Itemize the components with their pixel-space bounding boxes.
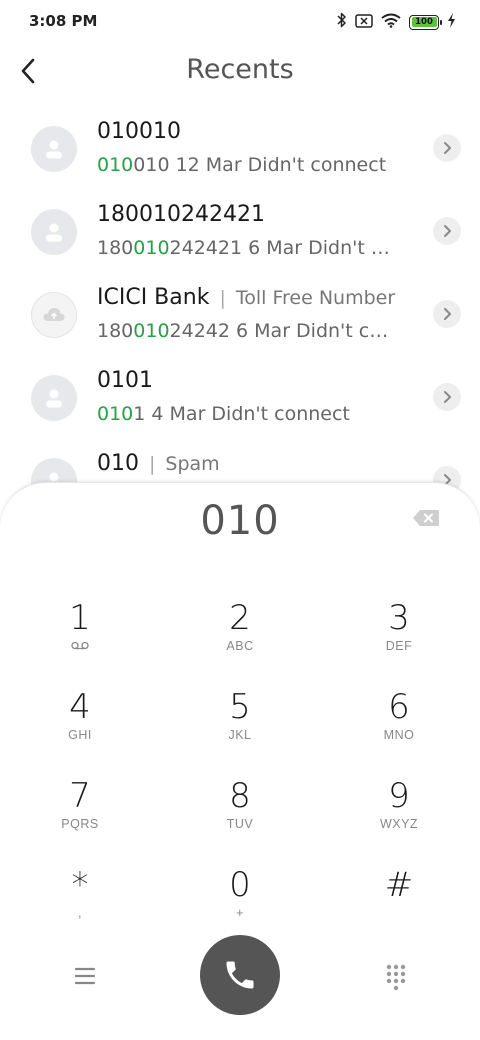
key-6[interactable]: 6 MNO [339,687,459,767]
contact-name: 0101 [97,368,153,393]
matched-digits: 010 [97,154,134,176]
bluetooth-icon [337,12,347,32]
battery-level: 100 [411,17,437,27]
contact-name: 180010242421 [97,202,265,227]
key-0[interactable]: 0 + [180,865,300,945]
cloud-avatar-icon [31,292,77,338]
dialpad-toggle-button[interactable] [384,963,408,991]
recent-call-row[interactable]: ICICI Bank | Toll Free Number 18001024242 … [0,273,480,356]
contact-avatar-icon [31,375,77,421]
no-sim-icon [355,13,373,32]
details-button[interactable] [433,217,461,245]
call-detail: 010010 12 Mar Didn't connect [97,154,387,176]
key-star[interactable]: * , [20,865,140,945]
key-9[interactable]: 9 WXYZ [339,776,459,856]
key-1[interactable]: 1 [20,598,140,678]
key-2[interactable]: 2 ABC [180,598,300,678]
details-button[interactable] [433,134,461,162]
contact-avatar-icon [31,126,77,172]
chevron-right-icon [444,308,451,320]
key-7[interactable]: 7 PQRS [20,776,140,856]
details-button[interactable] [433,383,461,411]
status-time: 3:08 PM [29,12,98,30]
details-button[interactable] [433,300,461,328]
dialpad-panel: 010 1 2 ABC 3 DEF 4 GHI 5 JKL 6 MNO 7 PQ… [0,482,480,1040]
backspace-icon [413,510,439,526]
call-detail: 0101 4 Mar Didn't connect [97,403,350,425]
contact-name: 010010 [97,119,181,144]
recent-call-row[interactable]: 180010242421 180010242421 6 Mar Didn't c… [0,190,480,273]
contact-avatar-icon [31,209,77,255]
call-detail: 180010242421 6 Mar Didn't co… [97,237,397,259]
charging-icon [447,12,456,32]
key-8[interactable]: 8 TUV [180,776,300,856]
call-button[interactable] [200,935,280,1015]
battery-icon: 100 [409,14,442,30]
contact-tag: | Spam [149,453,220,475]
key-3[interactable]: 3 DEF [339,598,459,678]
dialed-number: 010 [200,498,280,544]
key-4[interactable]: 4 GHI [20,687,140,767]
matched-digits: 010 [97,403,134,425]
recents-list: 010010 010010 12 Mar Didn't connect 1800… [0,107,480,504]
dialpad-icon [386,964,406,991]
contact-name: 010 | Spam [97,451,220,476]
recent-call-row[interactable]: 0101 0101 4 Mar Didn't connect [0,356,480,439]
key-hash[interactable]: # [339,865,459,945]
voicemail-icon [71,641,89,650]
menu-button[interactable] [70,963,100,989]
page-title: Recents [186,54,294,85]
call-detail: 18001024242 6 Mar Didn't con… [97,320,397,342]
menu-icon [74,967,96,985]
matched-digits: 010 [133,320,170,342]
matched-digits: 010 [133,237,170,259]
wifi-icon [381,13,401,32]
key-5[interactable]: 5 JKL [180,687,300,767]
chevron-right-icon [444,391,451,403]
status-icons: 100 [337,12,456,32]
backspace-button[interactable] [412,509,444,531]
status-bar: 3:08 PM 100 [0,0,480,44]
contact-name: ICICI Bank | Toll Free Number [97,285,396,310]
phone-icon [226,961,254,989]
chevron-right-icon [444,142,451,154]
contact-tag: | Toll Free Number [219,287,396,309]
recent-call-row[interactable]: 010010 010010 12 Mar Didn't connect [0,107,480,190]
chevron-right-icon [444,225,451,237]
